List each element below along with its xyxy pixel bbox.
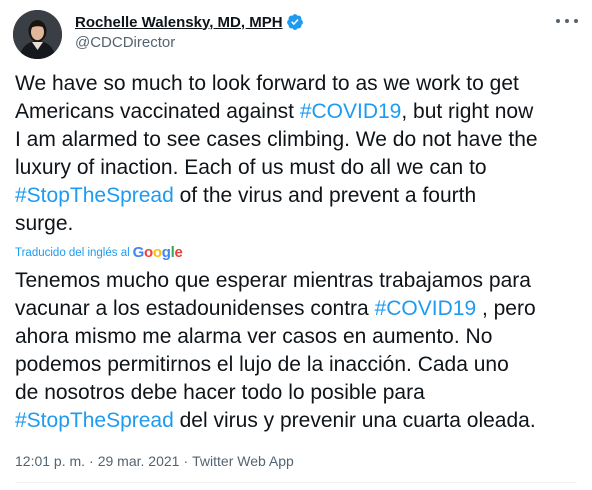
tweet-source[interactable]: Twitter Web App — [192, 453, 294, 469]
google-logo: Google — [132, 244, 183, 261]
profile-photo-icon — [13, 10, 62, 59]
tweet-card: Rochelle Walensky, MD, MPH @CDCDirector … — [0, 0, 592, 490]
text-line: luxury of inaction. Each of us must do a… — [15, 154, 583, 182]
hashtag-link[interactable]: #COVID19 — [300, 100, 402, 123]
author-display-name[interactable]: Rochelle Walensky, MD, MPH — [75, 14, 283, 31]
author-handle[interactable]: @CDCDirector — [75, 34, 304, 51]
hashtag-link[interactable]: #StopTheSpread — [15, 409, 174, 432]
text-line: We have so much to look forward to as we… — [15, 70, 583, 98]
translated-by-label: Traducido del inglés al — [15, 246, 130, 259]
text-line: de nosotros debe hacer todo lo posible p… — [15, 379, 583, 407]
tweet-time[interactable]: 12:01 p. m. — [15, 453, 85, 469]
text-segment: del virus y prevenir una cuarta oleada. — [173, 409, 536, 432]
tweet-date[interactable]: 29 mar. 2021 — [98, 453, 180, 469]
tweet-text-original: We have so much to look forward to as we… — [15, 70, 583, 238]
text-segment: , pero — [476, 297, 536, 320]
hashtag-link[interactable]: #COVID19 — [375, 297, 477, 320]
tweet-text-translated: Tenemos mucho que esperar mientras traba… — [15, 267, 583, 435]
meta-separator: · — [183, 453, 189, 469]
avatar[interactable] — [13, 10, 62, 59]
meta-separator: · — [89, 453, 94, 469]
translation-attribution: Traducido del inglés al Google — [15, 244, 183, 261]
hashtag-link[interactable]: #StopTheSpread — [15, 184, 174, 207]
text-segment: ahora mismo me alarma ver casos en aumen… — [15, 325, 493, 348]
text-line: vacunar a los estadounidenses contra #CO… — [15, 295, 583, 323]
text-segment: I am alarmed to see cases climbing. We d… — [15, 128, 538, 151]
text-line: #StopTheSpread of the virus and prevent … — [15, 182, 583, 210]
text-line: Tenemos mucho que esperar mientras traba… — [15, 267, 583, 295]
text-segment: , but right now — [401, 100, 534, 123]
tweet-meta: 12:01 p. m. · 29 mar. 2021 · Twitter Web… — [15, 453, 294, 469]
text-line: ahora mismo me alarma ver casos en aumen… — [15, 323, 583, 351]
text-segment: Tenemos mucho que esperar mientras traba… — [15, 269, 531, 292]
text-line: #StopTheSpread del virus y prevenir una … — [15, 407, 583, 435]
text-line: Americans vaccinated against #COVID19, b… — [15, 98, 583, 126]
author-block: Rochelle Walensky, MD, MPH @CDCDirector — [75, 12, 304, 51]
text-segment: We have so much to look forward to as we… — [15, 72, 519, 95]
text-line: surge. — [15, 210, 583, 238]
text-segment: de nosotros debe hacer todo lo posible p… — [15, 381, 425, 404]
text-segment: Americans vaccinated against — [15, 100, 300, 123]
text-line: podemos permitirnos el lujo de la inacci… — [15, 351, 583, 379]
text-segment: surge. — [15, 212, 74, 235]
text-line: I am alarmed to see cases climbing. We d… — [15, 126, 583, 154]
divider — [15, 482, 577, 483]
text-segment: podemos permitirnos el lujo de la inacci… — [15, 353, 509, 376]
verified-badge-icon — [286, 13, 304, 31]
text-segment: luxury of inaction. Each of us must do a… — [15, 156, 487, 179]
text-segment: of the virus and prevent a fourth — [173, 184, 477, 207]
more-horizontal-icon[interactable] — [556, 14, 578, 28]
text-segment: vacunar a los estadounidenses contra — [15, 297, 375, 320]
